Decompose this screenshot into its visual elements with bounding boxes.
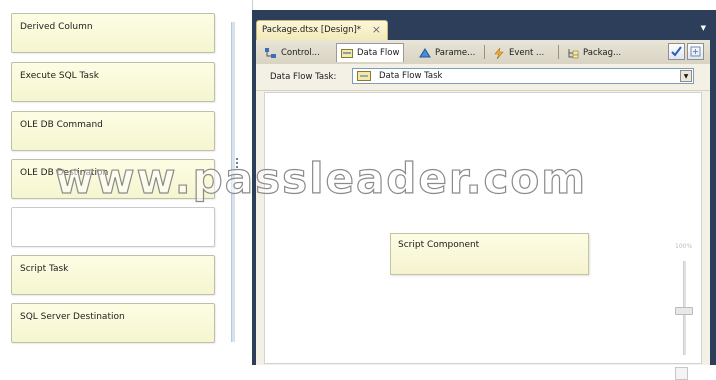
data-flow-task-row: Data Flow Task: Data Flow Task ▼ <box>256 64 710 91</box>
zoom-to-fit-icon <box>690 46 701 57</box>
toolbox-pane: Derived Column Execute SQL Task OLE DB C… <box>0 0 253 365</box>
event-handlers-icon <box>494 47 504 59</box>
toolbox-item-label: Script Task <box>20 264 69 274</box>
script-component[interactable]: Script Component <box>390 233 589 275</box>
tab-data-flow[interactable]: Data Flow <box>336 43 405 62</box>
tab-label: Event ... <box>509 48 545 58</box>
tab-separator <box>484 45 485 59</box>
splitter-grip-icon <box>236 158 238 170</box>
toolbar-check-button[interactable] <box>668 43 685 60</box>
toolbar-zoom-button[interactable] <box>687 43 704 60</box>
designer-body: Control... Data Flow Parame... Event ...… <box>256 40 710 380</box>
designer-tabstrip: Control... Data Flow Parame... Event ...… <box>256 40 710 65</box>
tab-parameters[interactable]: Parame... <box>414 43 480 63</box>
toolbox-item-script-task[interactable]: Script Task <box>11 255 215 295</box>
window-menu-arrow-icon[interactable]: ▼ <box>701 24 706 32</box>
package-designer-window: Package.dtsx [Design]* × ▼ Control... Da… <box>252 10 716 380</box>
tab-package-explorer[interactable]: Packag... <box>562 43 626 63</box>
checkmark-icon <box>671 46 682 57</box>
document-tab[interactable]: Package.dtsx [Design]* × <box>256 20 388 41</box>
data-flow-task-select[interactable]: Data Flow Task ▼ <box>352 68 694 84</box>
chevron-down-icon[interactable]: ▼ <box>680 70 692 82</box>
tab-label: Packag... <box>583 48 622 58</box>
toolbox-item-label: Derived Column <box>20 22 93 32</box>
document-tab-title: Package.dtsx [Design]* <box>262 25 362 35</box>
toolbox-item-label: OLE DB Destination <box>20 168 109 178</box>
toolbox-item-label: SQL Server Destination <box>20 312 125 322</box>
tab-control-flow[interactable]: Control... <box>260 43 325 63</box>
data-flow-task-icon <box>357 71 371 81</box>
tab-label: Parame... <box>435 48 476 58</box>
data-flow-task-label: Data Flow Task: <box>270 72 337 82</box>
toolbox-item-label: OLE DB Command <box>20 120 103 130</box>
tab-event-handlers[interactable]: Event ... <box>488 43 549 63</box>
zoom-slider-thumb[interactable] <box>675 307 693 315</box>
design-canvas[interactable]: Script Component 100% <box>264 92 702 380</box>
toolbox-item-execute-sql-task[interactable]: Execute SQL Task <box>11 62 215 102</box>
tab-label: Data Flow <box>357 48 400 58</box>
toolbox-item-ole-db-command[interactable]: OLE DB Command <box>11 111 215 151</box>
control-flow-icon <box>265 47 276 58</box>
close-icon[interactable]: × <box>372 23 381 36</box>
toolbox-item-blank[interactable] <box>11 207 215 247</box>
tab-separator <box>558 45 559 59</box>
toolbox-item-derived-column[interactable]: Derived Column <box>11 13 215 53</box>
toolbox-item-ole-db-destination[interactable]: OLE DB Destination <box>11 159 215 199</box>
package-explorer-icon <box>568 48 579 58</box>
zoom-fit-button[interactable] <box>675 367 688 380</box>
pane-splitter[interactable] <box>231 22 235 342</box>
tab-label: Control... <box>281 48 320 58</box>
toolbox-item-label: Execute SQL Task <box>20 71 99 81</box>
data-flow-task-value: Data Flow Task <box>379 71 443 81</box>
zoom-level-label: 100% <box>675 243 693 250</box>
toolbox-item-sql-server-destination[interactable]: SQL Server Destination <box>11 303 215 343</box>
data-flow-icon <box>341 48 353 58</box>
parameters-icon <box>419 47 431 57</box>
script-component-label: Script Component <box>398 240 480 250</box>
